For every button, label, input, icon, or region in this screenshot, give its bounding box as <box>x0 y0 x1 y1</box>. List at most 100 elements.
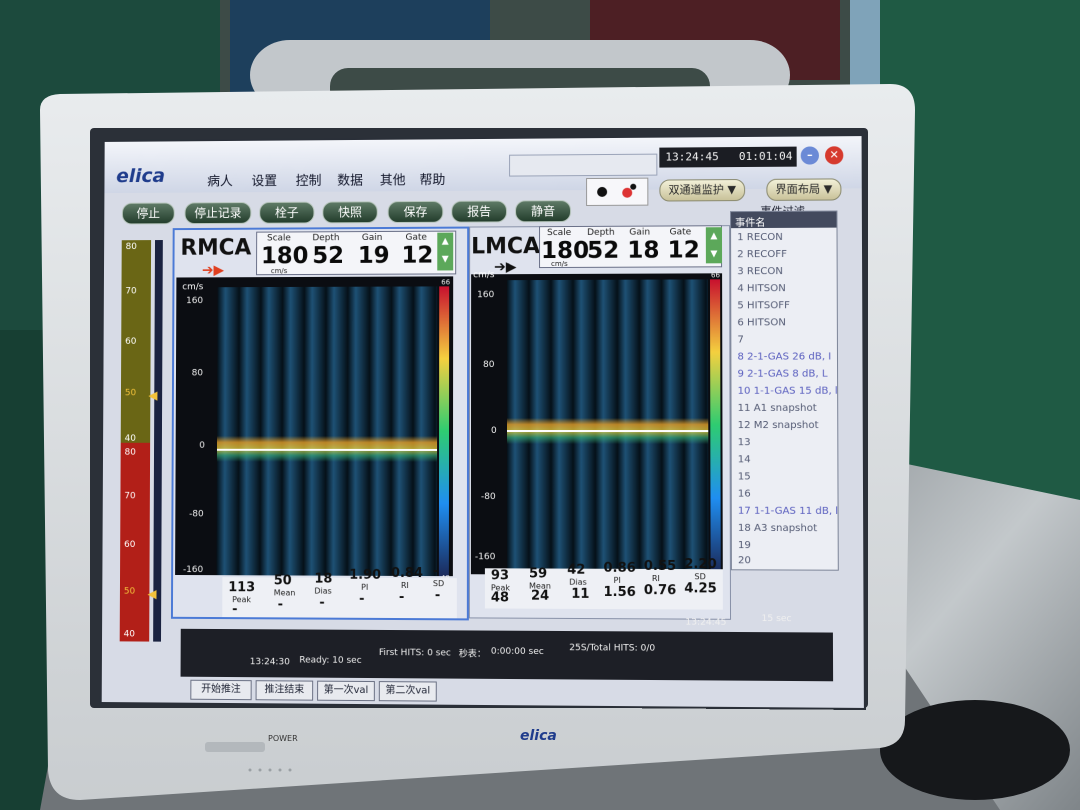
event-row[interactable]: 4 HITSON <box>737 283 785 294</box>
gauge-tick: 70 <box>124 491 136 502</box>
menu-settings[interactable]: 设置 <box>251 170 277 189</box>
event-row[interactable]: 5 HITSOFF <box>737 300 790 311</box>
velocity-tick: 160 <box>477 290 495 301</box>
status-right-time: 13:24:45 <box>685 617 727 628</box>
velocity-tick: -160 <box>182 565 204 576</box>
gain-value[interactable]: 18 <box>627 238 659 264</box>
ri-value-2: 0.76 <box>643 583 677 599</box>
second-val-button[interactable]: 第二次val <box>378 681 437 702</box>
pi-value-2: - <box>359 591 365 607</box>
peak-value: 113 <box>228 580 256 596</box>
velocity-tick: -80 <box>480 492 496 503</box>
event-row[interactable]: 7 <box>737 334 743 345</box>
gauge-tick: 60 <box>125 336 137 347</box>
event-row[interactable]: 20 <box>738 555 751 566</box>
gauge-tick: 80 <box>124 447 136 458</box>
doppler-spectrogram-lmca <box>506 279 709 572</box>
event-column-name[interactable]: 事件名 <box>735 214 765 229</box>
clock: 13:24:45 01:01:04 <box>659 146 797 168</box>
velocity-tick: -80 <box>189 509 204 520</box>
gain-value[interactable]: 19 <box>358 243 390 269</box>
event-list[interactable]: 事件名 1 RECON 2 RECOFF 3 RECON 4 HITSON 5 … <box>730 210 839 571</box>
menu-control[interactable]: 控制 <box>296 170 322 189</box>
clock-time: 13:24:45 <box>665 150 719 164</box>
menu-data[interactable]: 数据 <box>337 170 363 189</box>
gate-value[interactable]: 12 <box>401 243 433 269</box>
save-button[interactable]: 保存 <box>387 200 444 224</box>
menu-patient[interactable]: 病人 <box>207 171 233 189</box>
event-row[interactable]: 6 HITSON <box>737 317 786 328</box>
first-val-button[interactable]: 第一次val <box>317 680 375 702</box>
snapshot-button[interactable]: 快照 <box>322 201 378 224</box>
stopwatch-label: 秒表： <box>458 649 486 660</box>
velocity-tick: 0 <box>490 426 497 437</box>
velocity-tick: -160 <box>474 552 496 563</box>
depth-value[interactable]: 52 <box>587 238 619 264</box>
event-row[interactable]: 15 <box>738 471 751 482</box>
doppler-spectrogram-rmca <box>216 286 438 577</box>
scale-value[interactable]: 180 <box>261 243 308 269</box>
scale-unit: cm/s <box>270 267 288 276</box>
event-row[interactable]: 8 2-1-GAS 26 dB, I <box>737 351 831 362</box>
sd-label: SD <box>432 579 445 589</box>
scale-unit: cm/s <box>551 259 568 269</box>
user-field[interactable] <box>509 153 658 177</box>
event-row[interactable]: 2 RECOFF <box>737 249 787 260</box>
baseline <box>216 448 438 451</box>
event-row[interactable]: 14 <box>738 454 751 465</box>
gauge-tick: 80 <box>125 242 137 253</box>
sd-value-2: - <box>434 588 441 604</box>
embolus-button[interactable]: 栓子 <box>259 201 315 224</box>
param-label: Depth <box>587 227 615 238</box>
ri-label: RI <box>651 573 660 584</box>
gauge-tick: 50 <box>124 388 137 399</box>
probe-direction-icon: ➔▶ <box>494 259 517 276</box>
gauge-marker-icon[interactable]: ◀ <box>148 388 157 402</box>
color-scale-bar <box>709 279 721 572</box>
dias-value-2: 11 <box>571 586 590 602</box>
event-row[interactable]: 16 <box>738 489 751 500</box>
event-row[interactable]: 3 RECON <box>737 266 783 277</box>
minimize-icon[interactable]: – <box>800 146 819 165</box>
event-row[interactable]: 19 <box>738 540 751 551</box>
menu-help[interactable]: 帮助 <box>419 169 445 188</box>
report-button[interactable]: 报告 <box>451 200 508 223</box>
gauge-tick: 60 <box>124 539 136 550</box>
end-injection-button[interactable]: 推注结束 <box>255 680 314 701</box>
mean-value: 50 <box>273 573 292 589</box>
dias-value: 18 <box>314 571 333 587</box>
sd-label: SD <box>694 572 706 582</box>
param-label: Scale <box>266 233 291 244</box>
menu-other[interactable]: 其他 <box>380 169 406 188</box>
mute-button[interactable]: 静音 <box>515 200 572 223</box>
start-injection-button[interactable]: 开始推注 <box>190 679 252 701</box>
stop-recording-button[interactable]: 停止记录 <box>184 202 252 225</box>
stop-button[interactable]: 停止 <box>121 202 175 225</box>
probe-direction-icon: ➔▶ <box>201 262 225 279</box>
ri-value: 0.55 <box>643 558 677 575</box>
event-row[interactable]: 11 A1 snapshot <box>738 403 817 414</box>
param-stepper[interactable]: ▲ ▼ <box>705 227 723 264</box>
event-row[interactable]: 12 M2 snapshot <box>738 420 819 431</box>
event-row[interactable]: 17 1-1-GAS 11 dB, l <box>738 506 838 517</box>
peak-value-2: 48 <box>490 590 510 606</box>
event-row[interactable]: 1 RECON <box>737 232 783 243</box>
power-label: POWER <box>268 734 298 743</box>
sd-value-2: 4.25 <box>684 581 717 597</box>
event-row[interactable]: 13 <box>738 437 751 448</box>
gauge-marker-icon[interactable]: ◀ <box>147 587 156 601</box>
ri-value-2: - <box>398 589 405 606</box>
param-stepper[interactable]: ▲ ▼ <box>437 232 454 271</box>
layout-dropdown[interactable]: 界面布局 ▼ <box>766 178 842 201</box>
ri-value: 0.84 <box>390 565 424 582</box>
bezel-logo: elica <box>520 728 557 744</box>
event-row[interactable]: 18 A3 snapshot <box>738 523 817 534</box>
dual-channel-dropdown[interactable]: 双通道监护 ▼ <box>659 179 746 202</box>
event-row[interactable]: 9 2-1-GAS 8 dB, L <box>737 369 827 380</box>
close-icon[interactable]: ✕ <box>825 146 844 165</box>
depth-value[interactable]: 52 <box>312 243 344 269</box>
power-button[interactable] <box>205 742 265 752</box>
param-label: Depth <box>312 233 340 244</box>
gate-value[interactable]: 12 <box>668 237 700 263</box>
event-row[interactable]: 10 1-1-GAS 15 dB, l <box>738 386 838 397</box>
